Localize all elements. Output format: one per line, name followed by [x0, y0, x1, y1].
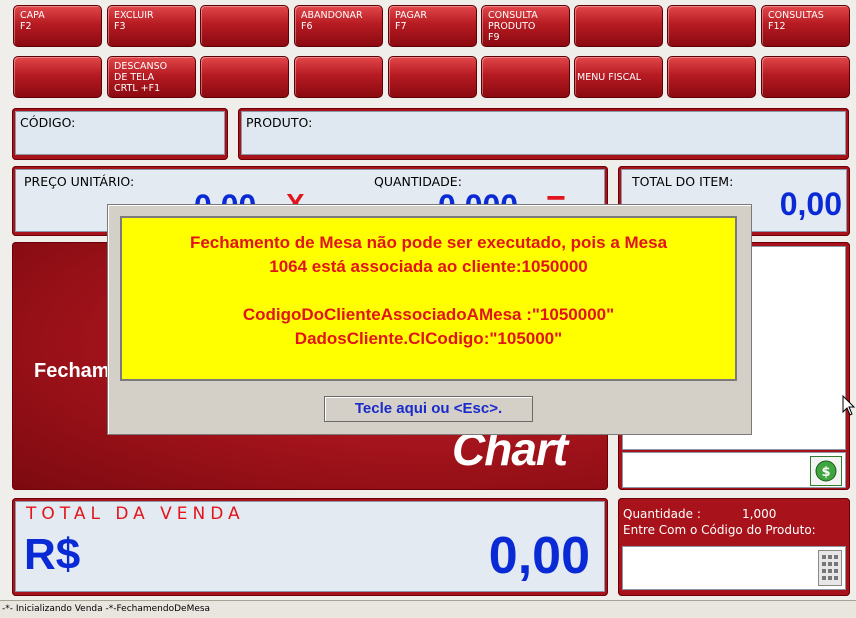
produto-label: PRODUTO: — [246, 115, 313, 130]
currency-symbol: R$ — [24, 530, 81, 579]
error-dialog: Fechamento de Mesa não pode ser executad… — [107, 204, 752, 435]
row2-button-9[interactable] — [761, 56, 850, 98]
produto-panel: PRODUTO: — [238, 108, 849, 160]
preco-label: PREÇO UNITÁRIO: — [24, 174, 135, 189]
dialog-spacer — [122, 279, 735, 303]
row2-button-7[interactable]: MENU FISCAL — [574, 56, 663, 98]
total-venda-label: TOTAL DA VENDA — [26, 504, 245, 524]
dialog-line-2: 1064 está associada ao cliente:1050000 — [269, 257, 588, 276]
total-item-label: TOTAL DO ITEM: — [632, 174, 734, 189]
svg-text:$: $ — [821, 465, 830, 480]
codigo-label: CÓDIGO: — [20, 115, 76, 130]
total-item-value: 0,00 — [779, 186, 842, 222]
row2-button-8[interactable] — [667, 56, 756, 98]
produto-field[interactable]: PRODUTO: — [241, 111, 846, 155]
money-icon[interactable]: $ — [810, 456, 842, 486]
quantidade-info-label: Quantidade : — [623, 507, 701, 521]
row2-button-1[interactable] — [13, 56, 102, 98]
row1-button-5[interactable]: PAGAR F7 — [388, 5, 477, 47]
codigo-field[interactable]: CÓDIGO: — [15, 111, 225, 155]
main-panel-text: Fecham — [34, 360, 110, 382]
row1-button-3[interactable] — [200, 5, 289, 47]
row2-button-2[interactable]: DESCANSO DE TELA CRTL +F1 — [107, 56, 196, 98]
row1-button-2[interactable]: EXCLUIR F3 — [107, 5, 196, 47]
row2-button-5[interactable] — [388, 56, 477, 98]
dialog-line-3: CodigoDoClienteAssociadoAMesa :"1050000" — [242, 305, 615, 324]
item-list-footer: $ — [622, 452, 846, 488]
quantidade-info-value: 1,000 — [742, 507, 777, 521]
entry-panel: Quantidade : 1,000 Entre Com o Código do… — [618, 498, 850, 596]
row2-button-6[interactable] — [481, 56, 570, 98]
total-venda-panel: TOTAL DA VENDA R$ 0,00 — [12, 498, 608, 596]
codigo-panel: CÓDIGO: — [12, 108, 228, 160]
row1-button-8[interactable] — [667, 5, 756, 47]
row1-button-9[interactable]: CONSULTAS F12 — [761, 5, 850, 47]
dialog-message: Fechamento de Mesa não pode ser executad… — [120, 216, 737, 381]
status-bar: -*- Inicializando Venda -*-FechamendoDeM… — [0, 600, 856, 618]
row1-button-6[interactable]: CONSULTA PRODUTO F9 — [481, 5, 570, 47]
quantidade-label: QUANTIDADE: — [374, 174, 462, 189]
total-venda-field: TOTAL DA VENDA R$ 0,00 — [15, 501, 605, 592]
keypad-icon[interactable] — [818, 550, 842, 586]
mouse-cursor-icon — [842, 395, 856, 416]
dialog-line-1: Fechamento de Mesa não pode ser executad… — [189, 233, 668, 252]
row1-button-1[interactable]: CAPA F2 — [13, 5, 102, 47]
row2-button-3[interactable] — [200, 56, 289, 98]
dialog-line-4: DadosCliente.ClCodigo:"105000" — [294, 329, 563, 348]
entry-prompt: Entre Com o Código do Produto: — [623, 523, 816, 537]
product-code-input[interactable] — [622, 546, 846, 590]
row1-button-4[interactable]: ABANDONAR F6 — [294, 5, 383, 47]
row1-button-7[interactable] — [574, 5, 663, 47]
dialog-ok-button[interactable]: Tecle aqui ou <Esc>. — [324, 396, 533, 422]
row2-button-4[interactable] — [294, 56, 383, 98]
total-venda-value: 0,00 — [488, 527, 590, 585]
